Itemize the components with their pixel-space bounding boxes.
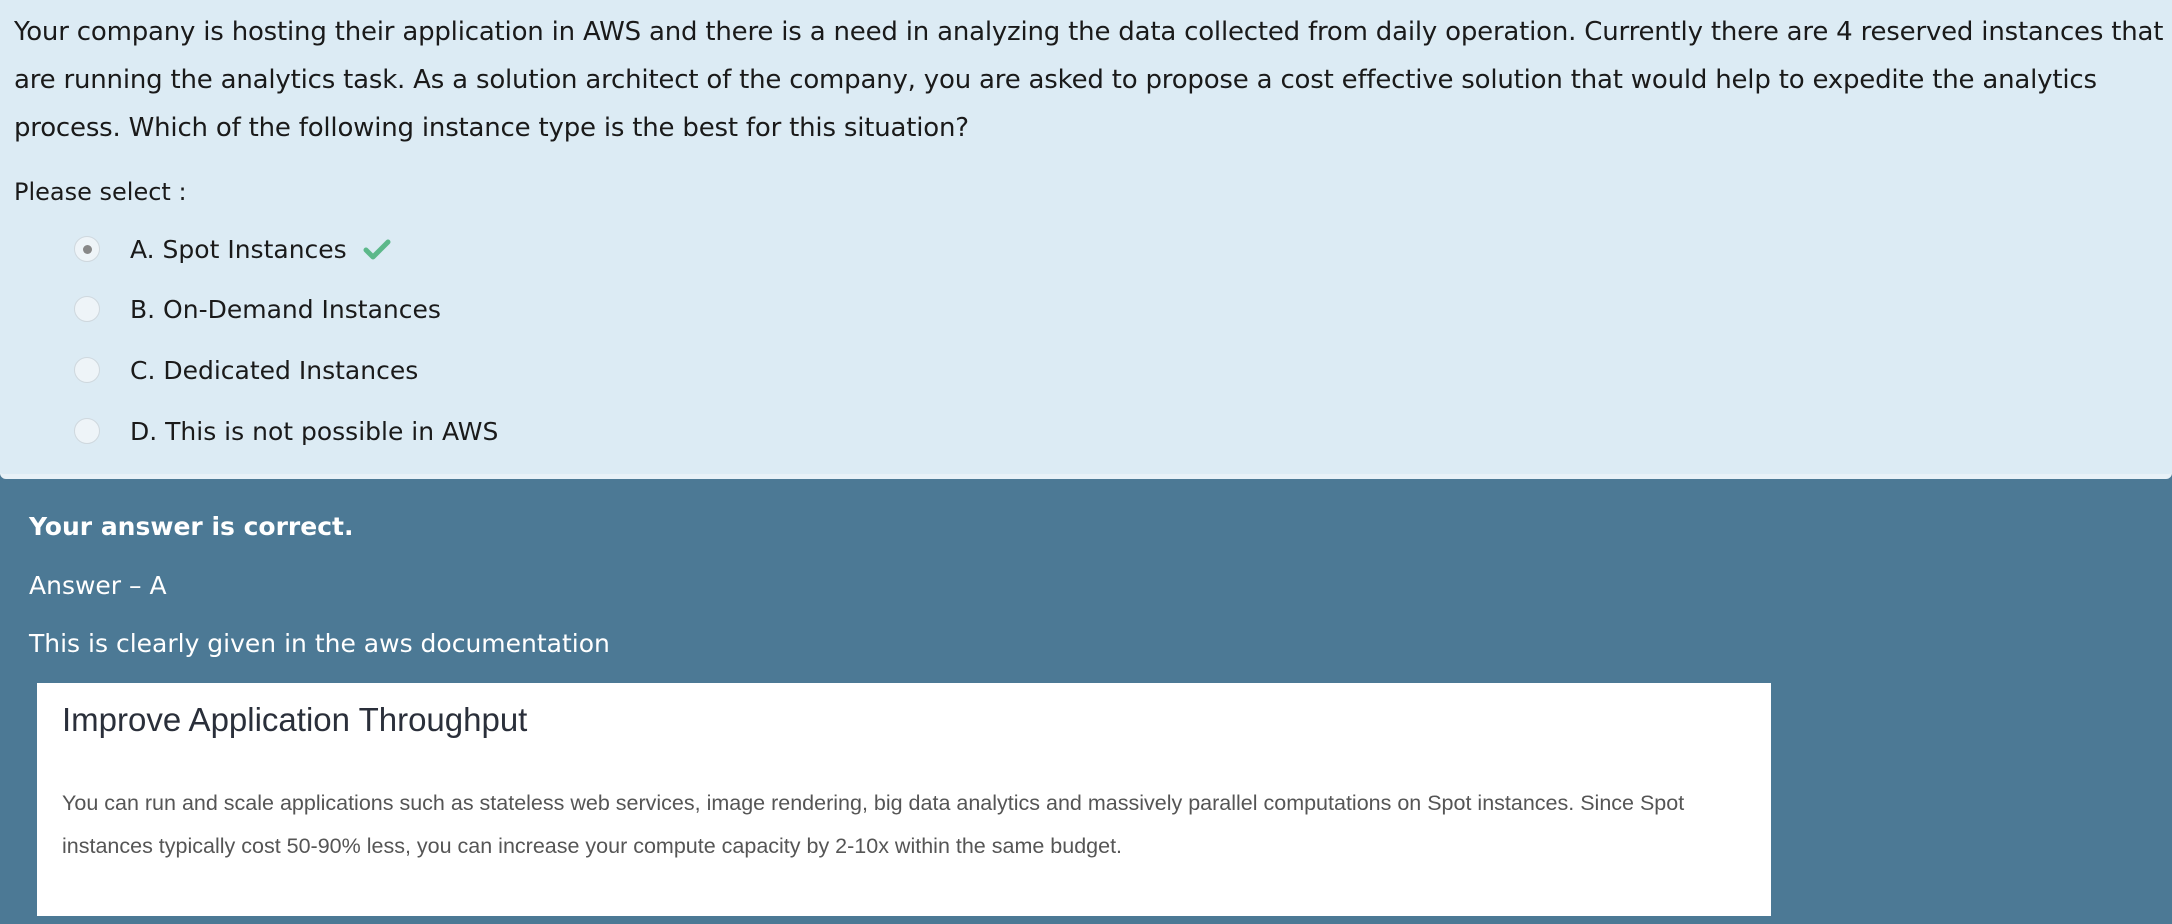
option-b[interactable]: B. On-Demand Instances bbox=[74, 289, 441, 329]
radio-button[interactable] bbox=[74, 418, 100, 444]
option-d[interactable]: D. This is not possible in AWS bbox=[74, 411, 498, 451]
explanation-text: This is clearly given in the aws documen… bbox=[29, 629, 610, 658]
question-panel: Your company is hosting their applicatio… bbox=[0, 0, 2172, 479]
excerpt-heading: Improve Application Throughput bbox=[62, 701, 528, 738]
question-text: Your company is hosting their applicatio… bbox=[14, 17, 2164, 143]
select-prompt: Please select : bbox=[14, 178, 187, 206]
option-label: D. This is not possible in AWS bbox=[130, 416, 499, 446]
excerpt-body: You can run and scale applications such … bbox=[62, 791, 1685, 858]
option-label: A. Spot Instances bbox=[130, 234, 347, 264]
result-status: Your answer is correct. bbox=[29, 512, 354, 541]
checkmark-icon bbox=[363, 239, 391, 260]
option-c[interactable]: C. Dedicated Instances bbox=[74, 350, 418, 390]
documentation-excerpt: Improve Application Throughput You can r… bbox=[37, 683, 1771, 916]
option-label: C. Dedicated Instances bbox=[130, 355, 419, 385]
option-label: B. On-Demand Instances bbox=[130, 294, 441, 324]
answer-text: Answer – A bbox=[29, 571, 167, 600]
radio-button[interactable] bbox=[74, 296, 100, 322]
radio-button[interactable] bbox=[74, 357, 100, 383]
radio-button-selected[interactable] bbox=[74, 236, 100, 262]
option-a[interactable]: A. Spot Instances bbox=[74, 229, 391, 269]
